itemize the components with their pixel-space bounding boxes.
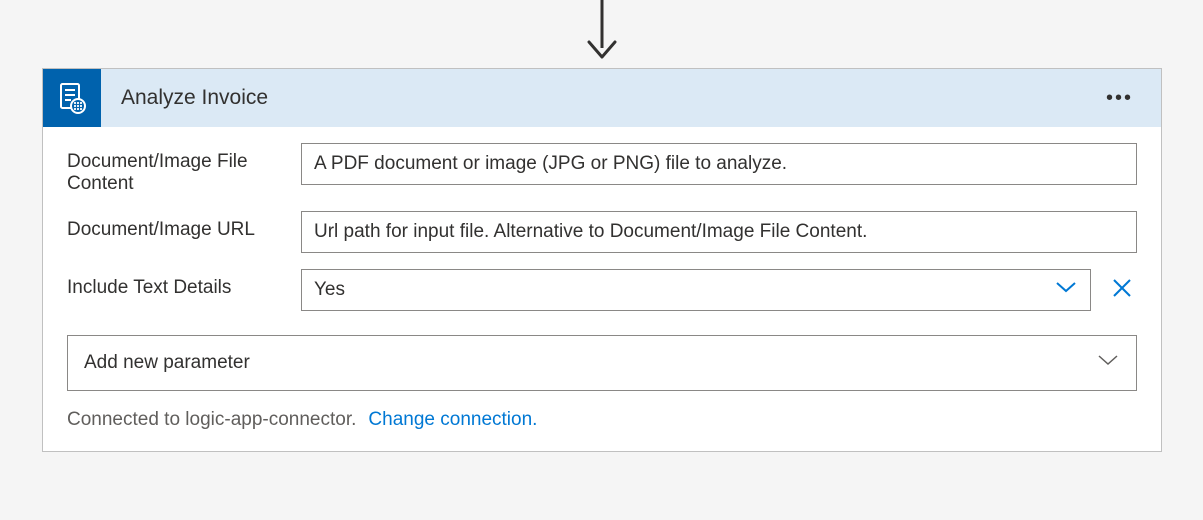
- more-menu-icon[interactable]: •••: [1098, 83, 1141, 114]
- select-include-text-value: Yes: [314, 279, 345, 301]
- field-label-image-url: Document/Image URL: [67, 211, 301, 241]
- input-image-url[interactable]: [301, 211, 1137, 253]
- select-include-text[interactable]: Yes: [301, 269, 1091, 311]
- add-parameter-label: Add new parameter: [84, 352, 250, 374]
- flow-arrow: [584, 0, 620, 64]
- chevron-down-icon: [1096, 351, 1120, 375]
- card-body: Document/Image File Content Document/Ima…: [43, 127, 1161, 451]
- card-title: Analyze Invoice: [121, 86, 1098, 110]
- field-image-url: Document/Image URL: [67, 211, 1137, 253]
- add-parameter-dropdown[interactable]: Add new parameter: [67, 335, 1137, 391]
- connection-footer: Connected to logic-app-connector. Change…: [67, 409, 1137, 431]
- change-connection-link[interactable]: Change connection.: [368, 409, 537, 431]
- field-label-file-content: Document/Image File Content: [67, 143, 301, 195]
- action-card: Analyze Invoice ••• Document/Image File …: [42, 68, 1162, 452]
- field-file-content: Document/Image File Content: [67, 143, 1137, 195]
- card-header[interactable]: Analyze Invoice •••: [43, 69, 1161, 127]
- form-recognizer-icon: [43, 69, 101, 127]
- chevron-down-icon: [1054, 278, 1078, 302]
- remove-param-icon[interactable]: [1107, 273, 1137, 308]
- input-file-content[interactable]: [301, 143, 1137, 185]
- field-label-include-text: Include Text Details: [67, 269, 301, 299]
- field-include-text: Include Text Details Yes: [67, 269, 1137, 311]
- connected-text: Connected to logic-app-connector.: [67, 409, 356, 431]
